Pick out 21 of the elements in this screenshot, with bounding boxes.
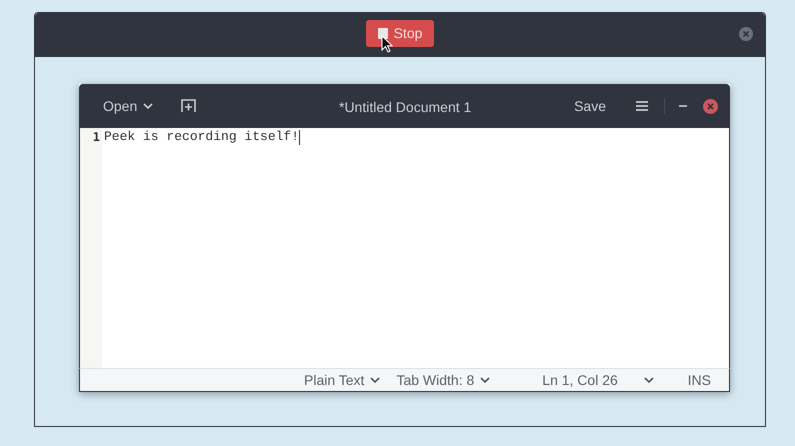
- chevron-down-icon: [480, 377, 490, 383]
- window-title: *Untitled Document 1: [339, 98, 472, 117]
- language-selector[interactable]: Plain Text: [304, 370, 380, 390]
- chevron-down-icon[interactable]: [644, 377, 654, 383]
- tab-width-selector[interactable]: Tab Width: 8: [396, 370, 490, 390]
- save-button[interactable]: Save: [574, 96, 606, 116]
- menu-icon[interactable]: [636, 101, 648, 111]
- mouse-pointer-icon: [381, 35, 393, 53]
- cursor-position: Ln 1, Col 26: [542, 370, 618, 390]
- close-icon[interactable]: [703, 98, 718, 114]
- new-tab-icon[interactable]: [181, 99, 196, 113]
- chevron-down-icon: [370, 377, 380, 383]
- line-number: 1: [92, 129, 101, 146]
- chevron-down-icon: [143, 103, 154, 109]
- insert-mode: INS: [688, 370, 711, 390]
- open-menu-button[interactable]: Open: [103, 96, 154, 116]
- stop-icon: [378, 28, 388, 39]
- close-icon[interactable]: [739, 27, 753, 41]
- stop-button[interactable]: Stop: [366, 20, 434, 47]
- text-caret: [299, 130, 300, 144]
- editor-text: Peek is recording itself!: [104, 128, 300, 146]
